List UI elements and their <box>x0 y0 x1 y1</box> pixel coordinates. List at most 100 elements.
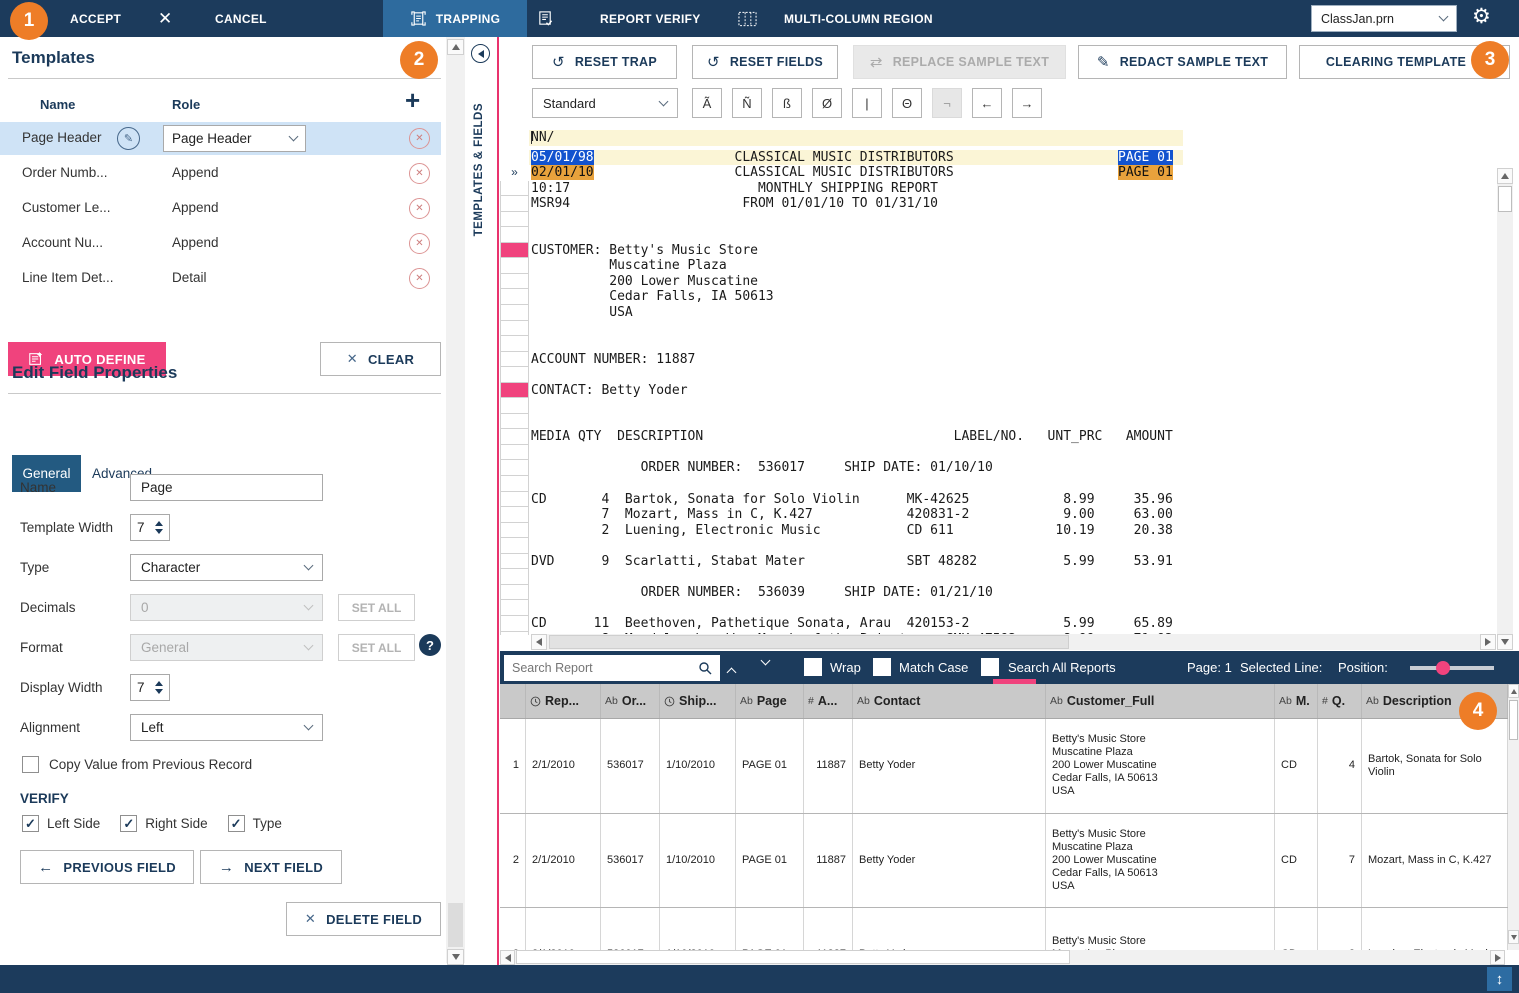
type-dropdown[interactable]: Character <box>130 554 323 581</box>
scroll-right-button[interactable] <box>1490 950 1505 965</box>
line-gutter-cell[interactable] <box>500 616 529 632</box>
report-line[interactable]: »02/01/10 CLASSICAL MUSIC DISTRIBUTORS P… <box>500 165 1497 181</box>
tab-report-verify[interactable]: REPORT VERIFY <box>537 0 701 37</box>
scroll-down-button[interactable] <box>1497 634 1513 650</box>
report-file-dropdown[interactable]: ClassJan.prn <box>1311 5 1457 32</box>
line-gutter-cell[interactable] <box>500 523 529 539</box>
line-gutter-cell[interactable] <box>500 227 529 243</box>
line-gutter-cell[interactable] <box>500 352 529 368</box>
report-line[interactable] <box>500 569 1497 585</box>
line-gutter-cell[interactable] <box>500 476 529 492</box>
line-gutter-cell[interactable] <box>500 212 529 228</box>
search-next-icon[interactable] <box>761 656 771 666</box>
line-gutter-cell[interactable] <box>500 130 529 146</box>
scroll-up-button[interactable] <box>1497 168 1513 184</box>
current-line-arrow[interactable]: » <box>500 165 529 181</box>
scroll-down-button[interactable] <box>447 949 464 965</box>
scrollbar-thumb[interactable] <box>1498 186 1512 212</box>
report-line[interactable] <box>500 336 1497 352</box>
table-header-cell[interactable]: AbPage <box>736 684 804 718</box>
edit-pencil-icon[interactable]: ✎ <box>117 127 140 150</box>
stepper-arrows-icon[interactable] <box>155 521 163 534</box>
special-char-button[interactable]: | <box>852 88 882 118</box>
delete-field-button[interactable]: ✕ DELETE FIELD <box>286 902 441 936</box>
table-row[interactable]: 32/1/20105360171/10/2010PAGE 0111887Bett… <box>500 908 1508 950</box>
special-char-button[interactable]: ← <box>972 88 1002 118</box>
delete-template-icon[interactable]: ✕ <box>409 233 430 254</box>
verify-checkbox[interactable]: ✓ <box>120 815 137 832</box>
report-line[interactable] <box>500 445 1497 461</box>
line-gutter-cell[interactable] <box>500 538 529 554</box>
verify-checkbox[interactable]: ✓ <box>22 815 39 832</box>
report-line[interactable]: MSR94 FROM 01/01/10 TO 01/31/10 <box>500 196 1497 212</box>
report-line[interactable]: ORDER NUMBER: 536039 SHIP DATE: 01/21/10 <box>500 585 1497 601</box>
table-header-cell[interactable]: #A... <box>804 684 853 718</box>
report-line[interactable]: ORDER NUMBER: 536017 SHIP DATE: 01/10/10 <box>500 460 1497 476</box>
copy-value-checkbox-row[interactable]: Copy Value from Previous Record <box>22 756 252 773</box>
copy-value-checkbox[interactable] <box>22 756 39 773</box>
template-row[interactable]: Page Header✎Page Header✕ <box>0 122 441 155</box>
report-line[interactable]: ÑÑ/ <box>500 130 1497 146</box>
fit-height-icon[interactable]: ↕ <box>1487 967 1512 991</box>
redact-sample-text-button[interactable]: ✎ REDACT SAMPLE TEXT <box>1078 45 1287 79</box>
line-gutter-cell[interactable] <box>500 507 529 523</box>
report-line[interactable]: Cedar Falls, IA 50613 <box>500 289 1497 305</box>
delete-template-icon[interactable]: ✕ <box>409 268 430 289</box>
report-line[interactable]: USA <box>500 305 1497 321</box>
line-gutter-cell[interactable] <box>500 274 529 290</box>
scroll-left-button[interactable] <box>500 950 515 965</box>
scrollbar-thumb[interactable] <box>1509 700 1518 740</box>
report-line[interactable] <box>500 600 1497 616</box>
table-header-cell[interactable] <box>500 684 526 718</box>
report-line[interactable] <box>500 414 1497 430</box>
verify-checkbox[interactable]: ✓ <box>228 815 245 832</box>
line-gutter-cell[interactable] <box>500 445 529 461</box>
display-width-stepper[interactable]: 7 <box>130 674 170 701</box>
template-role-dropdown[interactable]: Page Header <box>163 125 306 152</box>
table-header-cell[interactable]: AbOr... <box>601 684 660 718</box>
scroll-right-button[interactable] <box>1480 634 1496 650</box>
scrollbar-thumb[interactable] <box>448 903 463 947</box>
line-gutter-cell[interactable] <box>500 460 529 476</box>
line-gutter-cell[interactable] <box>500 150 529 166</box>
tab-trapping[interactable]: TRAPPING <box>383 0 527 37</box>
special-char-button[interactable]: Ñ <box>732 88 762 118</box>
position-slider-thumb[interactable] <box>1436 661 1450 675</box>
table-header-cell[interactable]: #Q. <box>1318 684 1362 718</box>
charset-dropdown[interactable]: Standard <box>532 88 678 118</box>
template-row[interactable]: Line Item Det...Detail✕ <box>0 262 441 295</box>
delete-template-icon[interactable]: ✕ <box>409 163 430 184</box>
line-gutter-cell[interactable] <box>500 321 529 337</box>
table-header-cell[interactable]: AbContact <box>853 684 1046 718</box>
collapse-panel-icon[interactable] <box>471 44 490 63</box>
table-vertical-scrollbar[interactable] <box>1508 684 1519 950</box>
table-header-cell[interactable]: Rep... <box>526 684 601 718</box>
table-horizontal-scrollbar[interactable] <box>500 950 1505 965</box>
delete-template-icon[interactable]: ✕ <box>409 198 430 219</box>
search-previous-icon[interactable] <box>727 668 737 678</box>
accept-button-label[interactable]: ACCEPT <box>70 0 121 37</box>
report-line[interactable]: 7 Mozart, Mass in C, K.427 420831-2 9.00… <box>500 507 1497 523</box>
wrap-checkbox[interactable] <box>804 658 822 676</box>
report-line[interactable]: ACCOUNT NUMBER: 11887 <box>500 352 1497 368</box>
report-line[interactable]: 10:17 MONTHLY SHIPPING REPORT <box>500 181 1497 197</box>
line-gutter-cell[interactable] <box>500 585 529 601</box>
report-line[interactable]: DVD 9 Scarlatti, Stabat Mater SBT 48282 … <box>500 554 1497 570</box>
table-header-cell[interactable]: AbM. <box>1275 684 1318 718</box>
line-gutter-cell[interactable] <box>500 600 529 616</box>
template-row[interactable]: Customer Le...Append✕ <box>0 192 441 225</box>
report-line[interactable]: 2 Luening, Electronic Music CD 611 10.19… <box>500 523 1497 539</box>
table-row[interactable]: 22/1/20105360171/10/2010PAGE 0111887Bett… <box>500 814 1508 909</box>
report-line[interactable]: CONTACT: Betty Yoder <box>500 383 1497 399</box>
table-header-cell[interactable]: AbCustomer_Full <box>1046 684 1275 718</box>
line-gutter-cell[interactable] <box>500 181 529 197</box>
line-gutter-cell[interactable] <box>500 398 529 414</box>
search-all-reports-checkbox[interactable] <box>981 658 999 676</box>
line-marker-pink[interactable] <box>500 383 529 399</box>
report-line[interactable]: Muscatine Plaza <box>500 258 1497 274</box>
line-gutter-cell[interactable] <box>500 305 529 321</box>
line-gutter-cell[interactable] <box>500 569 529 585</box>
reset-fields-button[interactable]: ↺ RESET FIELDS <box>692 45 838 79</box>
report-line[interactable] <box>500 212 1497 228</box>
line-gutter-cell[interactable] <box>500 414 529 430</box>
